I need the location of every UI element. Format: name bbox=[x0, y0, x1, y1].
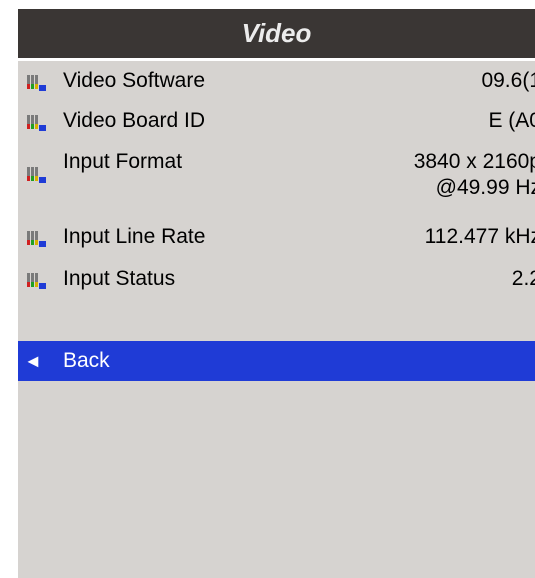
row-value: 112.477 kHz bbox=[424, 225, 535, 248]
row-value: 2.2 bbox=[511, 267, 535, 290]
row-label: Input Line Rate bbox=[63, 225, 206, 248]
row-input-status[interactable]: Input Status 2.2 bbox=[18, 259, 535, 299]
row-value-line-1: 3840 x 2160p bbox=[413, 150, 535, 173]
back-button[interactable]: ◄ Back bbox=[18, 341, 535, 381]
row-label: Video Software bbox=[63, 69, 206, 92]
row-input-format[interactable]: Input Format 3840 x 2160p @49.99 Hz bbox=[18, 142, 535, 208]
video-connector-icon bbox=[27, 273, 46, 289]
back-label: Back bbox=[63, 349, 110, 372]
row-value-line-2: @49.99 Hz bbox=[435, 176, 535, 199]
row-value: 09.6(1 bbox=[481, 69, 535, 92]
row-video-software[interactable]: Video Software 09.6(1 bbox=[18, 61, 535, 101]
video-connector-icon bbox=[27, 75, 46, 91]
row-input-line-rate[interactable]: Input Line Rate 112.477 kHz bbox=[18, 217, 535, 257]
row-value: E (A0 bbox=[488, 109, 535, 132]
row-label: Input Status bbox=[63, 267, 176, 290]
video-connector-icon bbox=[27, 231, 46, 247]
video-connector-icon bbox=[27, 167, 46, 183]
row-video-board-id[interactable]: Video Board ID E (A0 bbox=[18, 101, 535, 141]
video-connector-icon bbox=[27, 115, 46, 131]
back-arrow-icon: ◄ bbox=[24, 351, 42, 371]
row-label: Video Board ID bbox=[63, 109, 206, 132]
menu-title: Video bbox=[18, 9, 535, 58]
row-label: Input Format bbox=[63, 150, 183, 173]
row-value: 3840 x 2160p @49.99 Hz bbox=[414, 149, 535, 201]
osd-menu-panel: Video Video Software 09.6(1 Video Board … bbox=[18, 9, 535, 578]
